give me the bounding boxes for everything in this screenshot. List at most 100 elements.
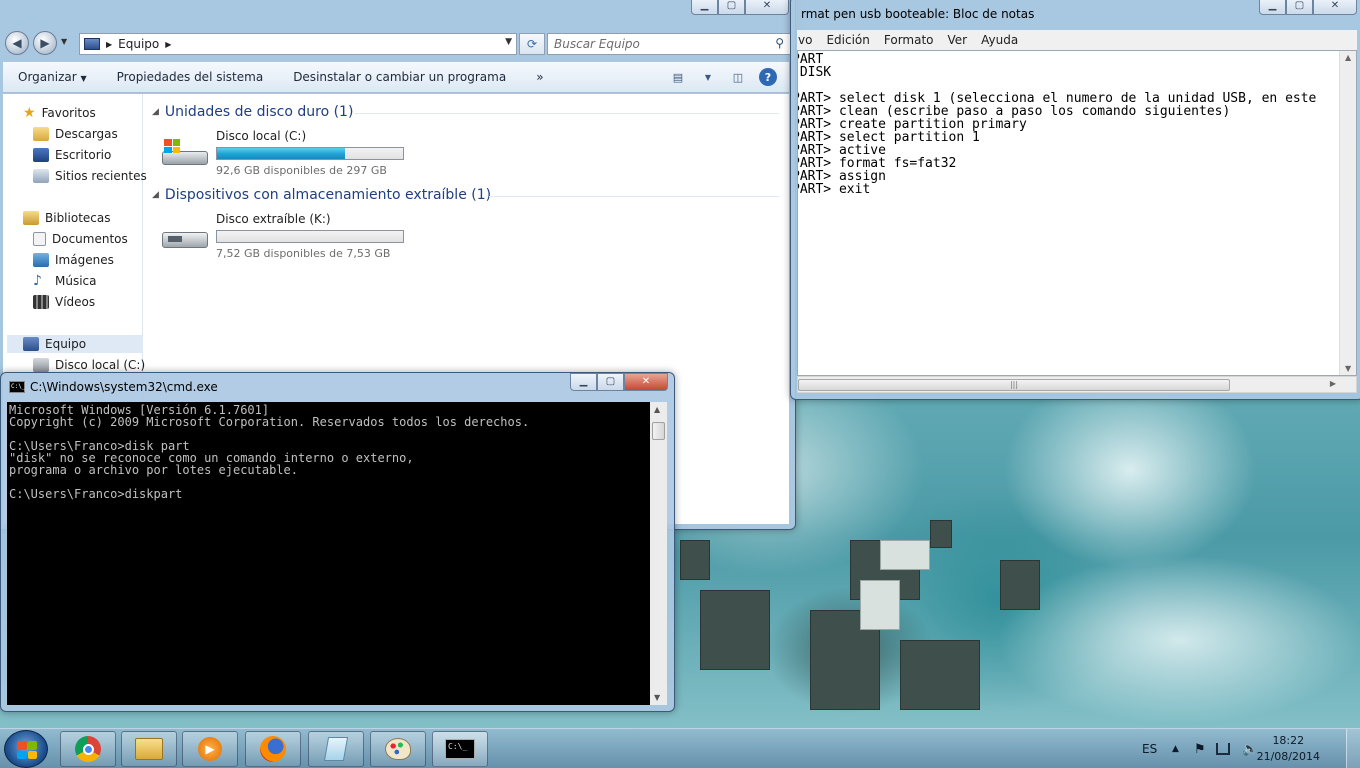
scroll-thumb[interactable] [652,422,665,440]
nav-favorites[interactable]: ★ Favoritos [23,104,96,122]
scroll-down-icon[interactable]: ▼ [654,693,660,702]
search-icon[interactable]: ⚲ [775,36,784,50]
console-text: Microsoft Windows [Versión 6.1.7601] Cop… [9,403,530,501]
forward-button[interactable]: ▶ [33,31,57,55]
organize-label: Organizar [18,70,77,84]
group-divider [354,113,779,114]
drive-item-c[interactable]: Disco local (C:) 92,6 GB disponibles de … [162,129,422,185]
help-icon[interactable]: ? [759,68,777,86]
search-input[interactable]: Buscar Equipo ⚲ [547,33,791,55]
notepad-text[interactable]: PART DISK PART> select disk 1 (seleccion… [798,51,1356,196]
nav-recent-label: Sitios recientes [55,169,147,183]
documents-icon [33,232,46,246]
system-properties-button[interactable]: Propiedades del sistema [102,70,279,84]
console-output[interactable]: Microsoft Windows [Versión 6.1.7601] Cop… [7,402,667,705]
nav-recent[interactable]: Sitios recientes [33,167,147,185]
nav-images[interactable]: Imágenes [33,251,114,269]
menu-formato[interactable]: Formato [877,33,941,47]
command-bar: Organizar ▼ Propiedades del sistema Desi… [3,61,789,93]
nav-documents[interactable]: Documentos [33,230,128,248]
taskbar-cmd-button[interactable]: C:\_ [432,731,488,767]
network-icon[interactable] [1216,729,1230,768]
close-button[interactable]: ✕ [624,373,668,391]
organize-button[interactable]: Organizar ▼ [3,70,102,84]
minimize-button[interactable]: ▁ [570,373,597,391]
cmd-app-icon[interactable]: C:\_ [9,381,25,393]
uninstall-program-button[interactable]: Desinstalar o cambiar un programa [278,70,521,84]
minimize-button[interactable]: ▁ [691,0,718,15]
nav-images-label: Imágenes [55,253,114,267]
menu-edicion[interactable]: Edición [819,33,876,47]
maximize-button[interactable]: ▢ [597,373,624,391]
paint-icon [385,738,411,760]
wallpaper-block [700,590,770,670]
drive-space-info: 92,6 GB disponibles de 297 GB [216,164,387,177]
computer-icon [23,337,39,351]
show-hidden-icons-button[interactable]: ▲ [1172,729,1179,768]
close-button[interactable]: ✕ [745,0,789,15]
scroll-up-icon[interactable]: ▲ [1345,53,1351,62]
vertical-scrollbar[interactable]: ▲ ▼ [650,402,667,705]
horizontal-scrollbar[interactable]: ||| ▶ [797,376,1357,393]
back-button[interactable]: ◀ [5,31,29,55]
notepad-title: rmat pen usb booteable: Bloc de notas [801,7,1035,21]
taskbar-media-player-button[interactable]: ▶ [182,731,238,767]
change-view-icon[interactable]: ▤ [669,68,687,86]
maximize-button[interactable]: ▢ [718,0,745,15]
notepad-icon [323,737,349,761]
action-center-flag-icon[interactable]: ⚑ [1194,729,1206,768]
nav-libraries[interactable]: Bibliotecas [23,209,110,227]
nav-videos-label: Vídeos [55,295,96,309]
windows-hard-drive-icon [162,139,210,167]
more-commands-button[interactable]: » [521,70,558,84]
menu-ayuda[interactable]: Ayuda [974,33,1025,47]
nav-libraries-label: Bibliotecas [45,211,111,225]
system-clock[interactable]: 18:22 21/08/2014 [1257,733,1320,765]
collapse-triangle-icon[interactable]: ◢ [152,190,159,200]
taskbar-chrome-button[interactable] [60,731,116,767]
language-indicator[interactable]: ES [1142,729,1157,768]
taskbar-paint-button[interactable] [370,731,426,767]
nav-videos[interactable]: Vídeos [33,293,95,311]
nav-computer-label: Equipo [45,337,87,351]
drive-item-k[interactable]: Disco extraíble (K:) 7,52 GB disponibles… [162,212,422,268]
scroll-up-icon[interactable]: ▲ [654,405,660,414]
taskbar-firefox-button[interactable] [245,731,301,767]
group-header-hard-drives[interactable]: ◢ Unidades de disco duro (1) [152,102,353,122]
menu-ver[interactable]: Ver [941,33,975,47]
minimize-button[interactable]: ▁ [1259,0,1286,15]
group-header-removable[interactable]: ◢ Dispositivos con almacenamiento extraí… [152,185,491,205]
breadcrumb[interactable]: Equipo [118,37,159,51]
recent-pages-dropdown[interactable]: ▼ [61,37,67,46]
address-dropdown-icon[interactable]: ▼ [505,37,512,47]
group-header-label: Unidades de disco duro (1) [164,104,354,120]
scroll-right-icon[interactable]: ▶ [1330,379,1336,388]
close-button[interactable]: ✕ [1313,0,1357,15]
taskbar-notepad-button[interactable] [308,731,364,767]
maximize-button[interactable]: ▢ [1286,0,1313,15]
wallpaper-block [680,540,710,580]
collapse-triangle-icon[interactable]: ◢ [152,107,159,117]
view-dropdown-icon[interactable]: ▼ [699,68,717,86]
nav-favorites-label: Favoritos [41,106,96,120]
notepad-text-area[interactable]: PART DISK PART> select disk 1 (seleccion… [797,50,1357,376]
scroll-down-icon[interactable]: ▼ [1345,364,1351,373]
nav-downloads[interactable]: Descargas [33,125,118,143]
address-bar[interactable]: ▶ Equipo ▶ ▼ [79,33,517,55]
menu-archivo[interactable]: vo [791,33,819,47]
vertical-scrollbar[interactable]: ▲ ▼ [1339,51,1356,375]
notepad-caption-buttons: ▁ ▢ ✕ [1259,0,1357,15]
preview-pane-icon[interactable]: ◫ [729,68,747,86]
cmd-caption-buttons: ▁ ▢ ✕ [570,373,668,391]
nav-computer[interactable]: Equipo [7,335,143,353]
nav-desktop[interactable]: Escritorio [33,146,111,164]
show-desktop-button[interactable] [1346,729,1360,768]
recent-places-icon [33,169,49,183]
taskbar-explorer-button[interactable] [121,731,177,767]
start-button[interactable] [4,730,48,768]
nav-local-disk-label: Disco local (C:) [55,358,146,372]
desktop-icon [33,148,49,162]
nav-music[interactable]: ♪ Música [33,272,97,290]
scroll-thumb[interactable]: ||| [798,379,1230,391]
refresh-button[interactable]: ⟳ [519,33,545,55]
